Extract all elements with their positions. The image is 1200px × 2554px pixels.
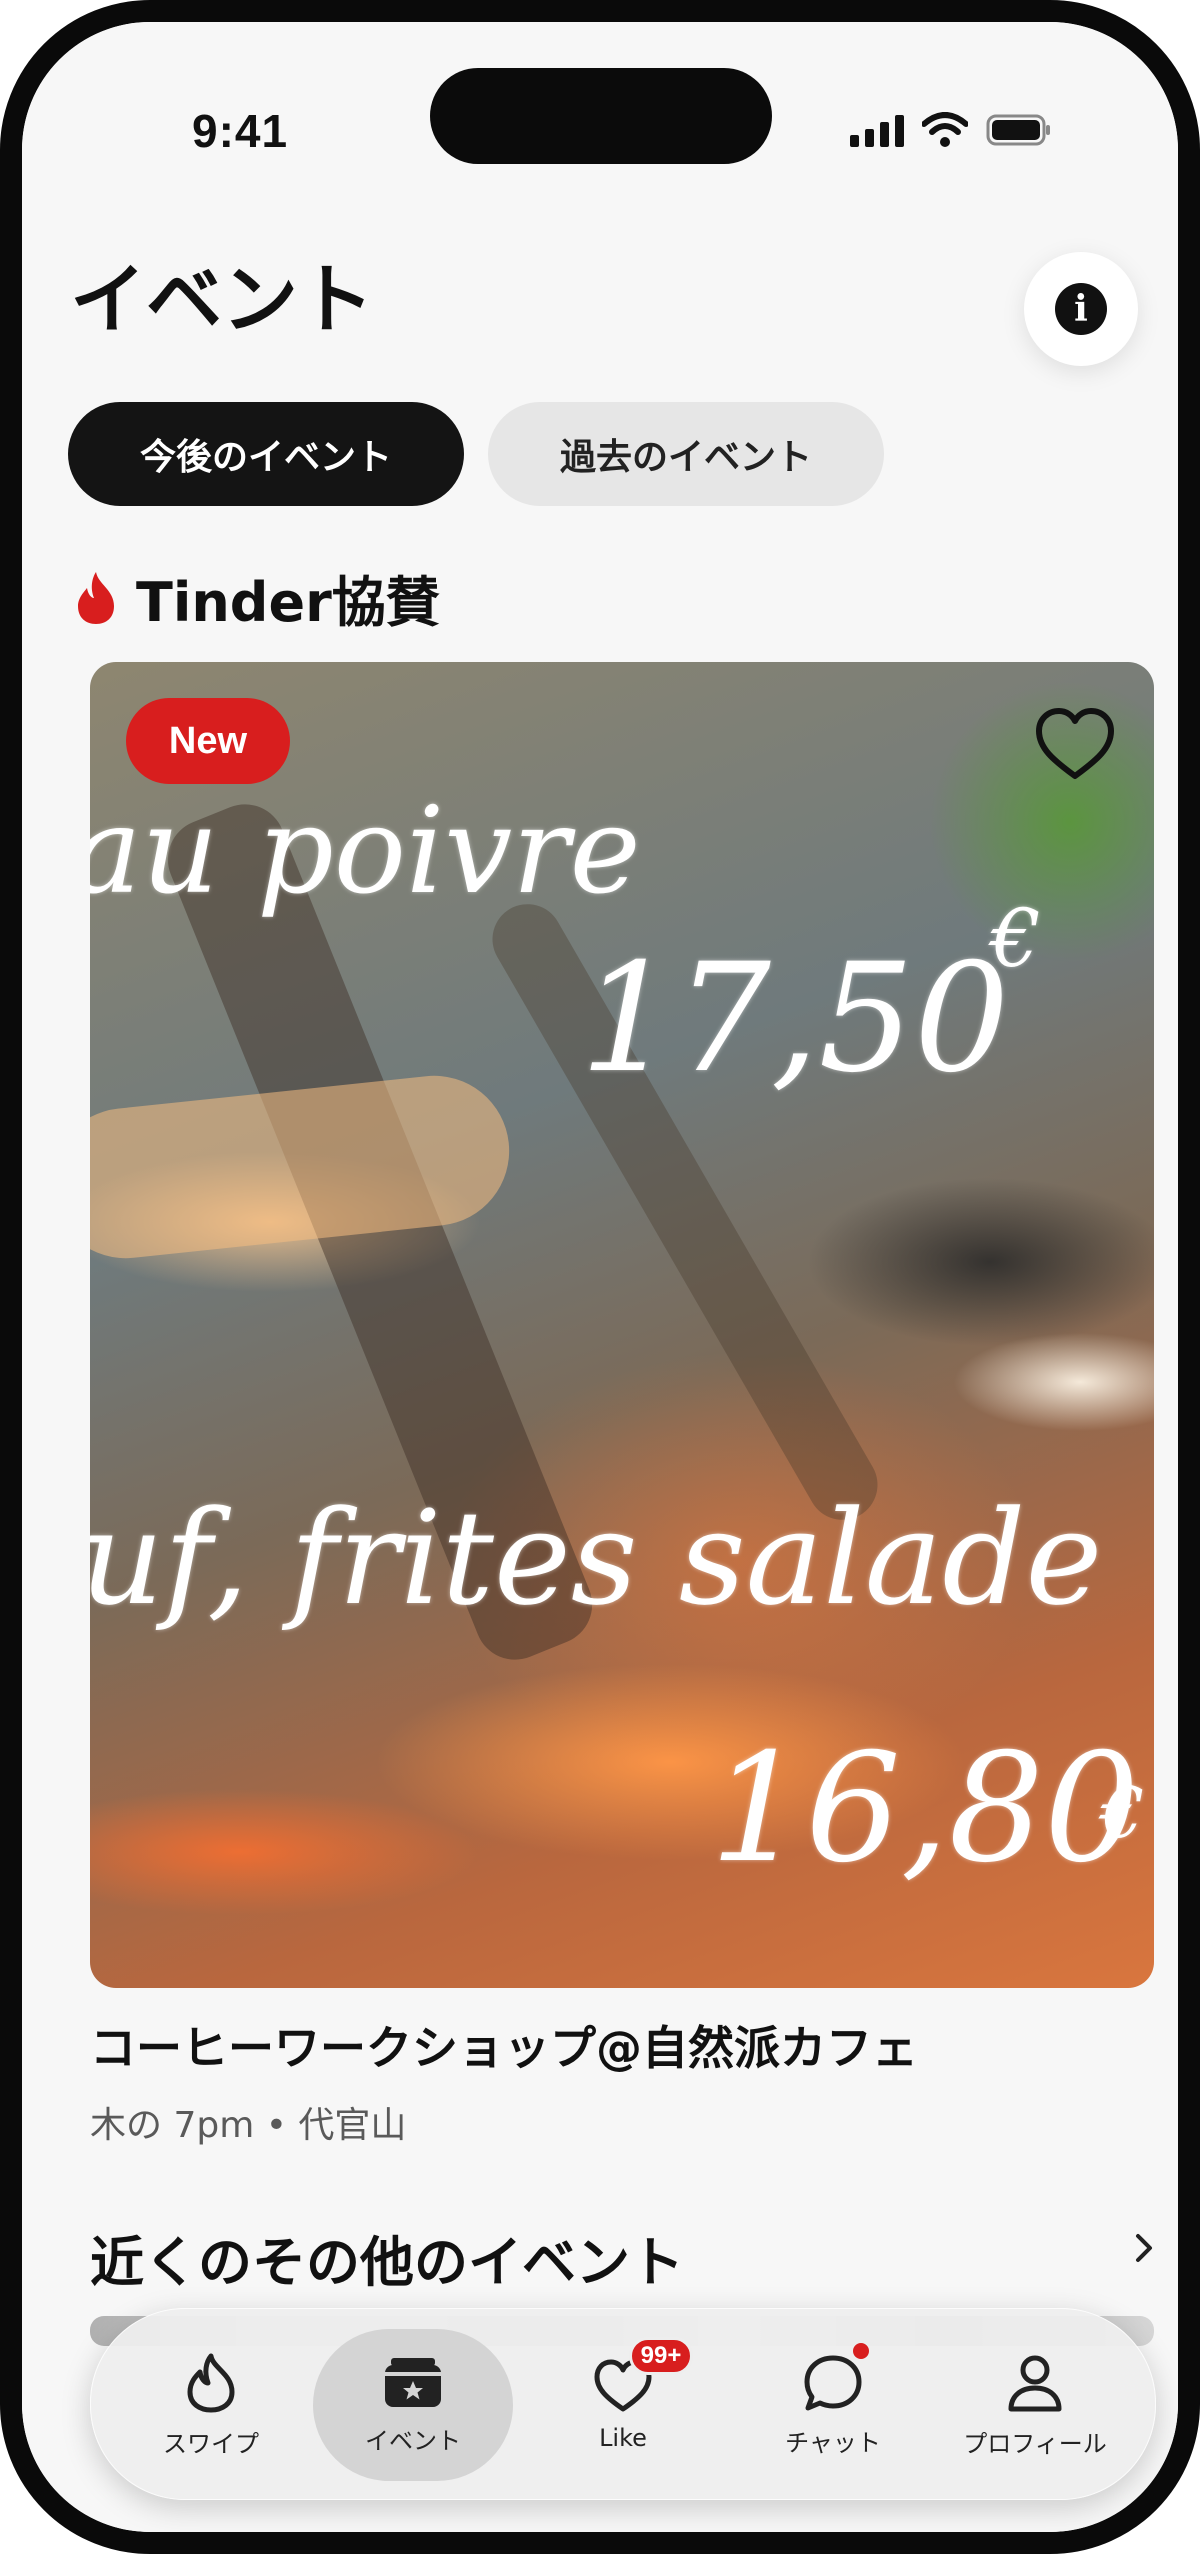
event-meta: 木の 7pm • 代官山 xyxy=(90,2105,407,2146)
status-time: 9:41 xyxy=(192,105,289,157)
nav-chat[interactable]: チャット xyxy=(733,2329,933,2481)
tab-past-events[interactable]: 過去のイベント xyxy=(488,402,884,506)
menu-text-price: 17,50 xyxy=(580,932,1010,1106)
nav-events-label: イベント xyxy=(365,2426,461,2455)
tab-upcoming-events[interactable]: 今後のイベント xyxy=(68,402,464,506)
sponsored-heading: Tinder協賛 xyxy=(74,558,440,637)
menu-text-line: uf, frites salade xyxy=(90,1482,1103,1634)
person-icon xyxy=(1004,2352,1066,2414)
sponsored-title: Tinder協賛 xyxy=(136,571,440,634)
flame-icon xyxy=(74,570,118,626)
signal-icon xyxy=(850,113,904,147)
dynamic-island xyxy=(430,68,772,164)
page-title: イベント xyxy=(70,255,374,344)
menu-text-euro: € xyxy=(990,892,1041,985)
event-image[interactable]: au poivre 17,50 € uf, frites salade 16,8… xyxy=(90,662,1154,1988)
menu-text-line: au poivre xyxy=(90,782,641,921)
battery-icon xyxy=(986,112,1052,148)
like-count-badge: 99+ xyxy=(629,2337,693,2375)
nav-swipe[interactable]: スワイプ xyxy=(111,2329,311,2481)
screen: 9:41 イベント i 今後のイベント 過去のイベント Tinder協賛 au … xyxy=(22,22,1178,2532)
event-title[interactable]: コーヒーワークショップ@自然派カフェ xyxy=(90,2012,918,2078)
nav-swipe-label: スワイプ xyxy=(163,2429,259,2458)
nav-profile[interactable]: プロフィール xyxy=(935,2329,1135,2481)
unread-dot xyxy=(853,2343,869,2359)
nav-chat-label: チャット xyxy=(785,2428,881,2457)
flame-outline-icon xyxy=(184,2352,238,2414)
background-beam xyxy=(90,1068,517,1266)
favorite-button[interactable] xyxy=(1030,702,1120,786)
new-badge: New xyxy=(126,698,290,784)
nav-events[interactable]: イベント xyxy=(313,2329,513,2481)
chevron-right-icon[interactable] xyxy=(1124,2228,1164,2268)
menu-text-price: 16,80 xyxy=(710,1722,1140,1896)
info-button[interactable]: i xyxy=(1024,252,1138,366)
nav-profile-label: プロフィール xyxy=(963,2429,1107,2458)
nav-like[interactable]: Like 99+ xyxy=(523,2329,723,2481)
nav-like-label: Like xyxy=(599,2424,647,2452)
bottom-nav: スワイプ イベント Like 99+ チャット プロフィール xyxy=(90,2308,1156,2500)
chat-bubble-icon xyxy=(802,2353,864,2413)
wifi-icon xyxy=(922,112,968,148)
ticket-star-icon xyxy=(382,2355,444,2411)
nearby-events-heading[interactable]: 近くのその他のイベント xyxy=(90,2218,684,2297)
phone-frame: 9:41 イベント i 今後のイベント 過去のイベント Tinder協賛 au … xyxy=(0,0,1200,2554)
status-icons xyxy=(850,110,1052,150)
info-icon: i xyxy=(1055,283,1107,335)
heart-icon xyxy=(1036,708,1114,779)
menu-text-euro: € xyxy=(1100,1772,1145,1854)
